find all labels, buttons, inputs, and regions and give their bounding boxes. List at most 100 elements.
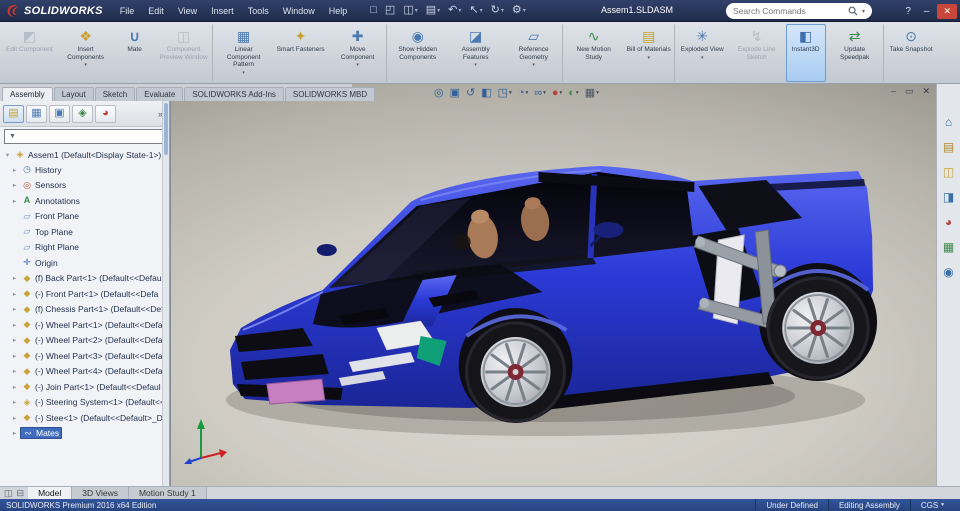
tree-root-item[interactable]: ▾ Assem1 (Default<Display State-1>) bbox=[0, 147, 162, 162]
command-tab[interactable]: Layout bbox=[53, 87, 94, 101]
task-pane-tab[interactable] bbox=[939, 212, 958, 231]
view-tab[interactable]: Motion Study 1 bbox=[128, 487, 207, 499]
search-icon[interactable] bbox=[848, 6, 858, 16]
tree-item[interactable]: ▸ Annotations bbox=[0, 193, 162, 209]
menu-item[interactable]: Window bbox=[276, 3, 322, 19]
close-button[interactable]: ✕ bbox=[937, 3, 957, 19]
search-commands-box[interactable]: ▾ bbox=[726, 3, 872, 19]
hud-button[interactable]: ▾ bbox=[480, 88, 492, 99]
doc-restore-button[interactable]: ▭ bbox=[905, 86, 914, 97]
expander-icon[interactable]: ▸ bbox=[10, 383, 19, 391]
task-pane-tab[interactable] bbox=[939, 162, 958, 181]
tree-item[interactable]: ▸ (-) Wheel Part<2> (Default<<Defa bbox=[0, 333, 162, 349]
ribbon-button[interactable]: Edit Component ▾ bbox=[2, 24, 57, 82]
expander-icon[interactable]: ▸ bbox=[10, 197, 19, 205]
menu-item[interactable]: File bbox=[113, 3, 142, 19]
ribbon-button[interactable]: Linear Component Pattern ▾ bbox=[215, 24, 273, 82]
scrollbar-thumb[interactable] bbox=[164, 103, 168, 155]
ribbon-button[interactable]: Exploded View ▾ bbox=[677, 24, 728, 82]
expander-icon[interactable]: ▸ bbox=[10, 352, 19, 360]
expander-icon[interactable]: ▾ bbox=[3, 151, 12, 159]
ribbon-button[interactable]: Component Preview Window ▾ bbox=[155, 24, 213, 82]
ribbon-button[interactable]: Assembly Features ▾ bbox=[447, 24, 505, 82]
ribbon-button[interactable]: Instant3D ▾ bbox=[785, 24, 826, 82]
ribbon-button[interactable]: Smart Fasteners ▾ bbox=[273, 24, 329, 82]
quick-tool-button[interactable]: ▾ bbox=[381, 5, 399, 16]
expander-icon[interactable]: ▸ bbox=[10, 398, 19, 406]
expander-icon[interactable]: ▸ bbox=[10, 336, 19, 344]
command-tab[interactable]: SOLIDWORKS MBD bbox=[284, 87, 376, 101]
expander-icon[interactable]: ▸ bbox=[10, 290, 19, 298]
tree-item[interactable]: ▸ (-) Wheel Part<4> (Default<<Defa bbox=[0, 364, 162, 380]
hud-button[interactable]: ▾ bbox=[584, 88, 600, 99]
ribbon-button[interactable]: Move Component ▾ bbox=[329, 24, 387, 82]
hud-button[interactable]: ▾ bbox=[449, 88, 461, 99]
hud-button[interactable]: ▾ bbox=[551, 88, 563, 99]
tree-item[interactable]: ▸ (f) Chessis Part<1> (Default<<Def bbox=[0, 302, 162, 318]
tree-item[interactable]: ▸ Top Plane bbox=[0, 224, 162, 240]
status-item[interactable]: Under Defined bbox=[755, 499, 828, 511]
status-item[interactable]: Editing Assembly bbox=[827, 499, 910, 511]
ribbon-button[interactable]: Explode Line Sketch ▾ bbox=[728, 24, 786, 82]
expander-icon[interactable]: ▸ bbox=[10, 181, 19, 189]
front-wheel[interactable] bbox=[464, 321, 567, 423]
tree-item[interactable]: ▸ (-) Stee<1> (Default<<Default>_D bbox=[0, 410, 162, 426]
expander-icon[interactable]: ▸ bbox=[10, 321, 19, 329]
tree-item[interactable]: ▸ Origin bbox=[0, 255, 162, 271]
task-pane-tab[interactable] bbox=[939, 237, 958, 256]
ribbon-button[interactable]: Update Speedpak ▾ bbox=[826, 24, 884, 82]
tree-item[interactable]: ▸ (-) Wheel Part<3> (Default<<Defa bbox=[0, 348, 162, 364]
menu-item[interactable]: Tools bbox=[241, 3, 276, 19]
hud-button[interactable]: ▾ bbox=[497, 88, 513, 99]
tree-item[interactable]: ▸ (-) Steering System<1> (Default<< bbox=[0, 395, 162, 411]
tree-item[interactable]: ▸ (-) Wheel Part<1> (Default<<Defa bbox=[0, 317, 162, 333]
rear-wheel[interactable] bbox=[766, 276, 871, 380]
minimize-button[interactable]: – bbox=[919, 6, 935, 17]
panel-tab[interactable] bbox=[49, 104, 70, 123]
expander-icon[interactable]: ▸ bbox=[10, 166, 19, 174]
status-item[interactable]: CGS bbox=[909, 499, 954, 511]
hud-button[interactable]: ▾ bbox=[465, 88, 476, 99]
panel-tab[interactable] bbox=[72, 104, 93, 123]
ribbon-button[interactable]: New Motion Study ▾ bbox=[565, 24, 623, 82]
tree-scrollbar[interactable] bbox=[162, 101, 169, 486]
expander-icon[interactable]: ▸ bbox=[10, 429, 19, 437]
help-button[interactable]: ? bbox=[900, 6, 916, 17]
pane-splitter[interactable] bbox=[4, 489, 13, 498]
command-tab[interactable]: SOLIDWORKS Add-Ins bbox=[184, 87, 284, 101]
command-tab[interactable]: Assembly bbox=[2, 87, 53, 101]
expander-icon[interactable]: ▸ bbox=[10, 274, 19, 282]
ribbon-button[interactable]: Reference Geometry ▾ bbox=[505, 24, 563, 82]
task-pane-tab[interactable] bbox=[939, 112, 958, 131]
ribbon-button[interactable]: Bill of Materials ▾ bbox=[623, 24, 675, 82]
hud-button[interactable]: ▾ bbox=[517, 88, 529, 99]
panel-tab[interactable] bbox=[3, 104, 24, 123]
quick-tool-button[interactable]: ▾ bbox=[508, 5, 530, 16]
quick-tool-button[interactable]: ▾ bbox=[366, 5, 381, 16]
menu-item[interactable]: View bbox=[171, 3, 204, 19]
ribbon-button[interactable]: Show Hidden Components ▾ bbox=[389, 24, 447, 82]
tree-item[interactable]: ▸ Sensors bbox=[0, 178, 162, 194]
ribbon-button[interactable]: Insert Components ▾ bbox=[57, 24, 115, 82]
view-tab[interactable]: 3D Views bbox=[72, 487, 129, 499]
search-input[interactable] bbox=[733, 6, 844, 16]
menu-item[interactable]: Insert bbox=[204, 3, 241, 19]
command-tab[interactable]: Sketch bbox=[94, 87, 136, 101]
menu-item[interactable]: Help bbox=[322, 3, 355, 19]
search-dropdown-icon[interactable]: ▾ bbox=[862, 8, 865, 15]
quick-tool-button[interactable]: ▾ bbox=[399, 5, 421, 16]
hud-button[interactable]: ▾ bbox=[567, 88, 579, 99]
tree-filter-input[interactable] bbox=[19, 132, 160, 141]
task-pane-tab[interactable] bbox=[939, 137, 958, 156]
menu-item[interactable]: Edit bbox=[141, 3, 171, 19]
quick-tool-button[interactable]: ▾ bbox=[487, 5, 508, 16]
panel-tab[interactable] bbox=[95, 104, 116, 123]
graphics-viewport[interactable]: ▾ ▾ ▾ ▾ ▾ ▾ ▾ bbox=[170, 84, 936, 486]
expander-icon[interactable]: ▸ bbox=[10, 305, 19, 313]
command-tab[interactable]: Evaluate bbox=[136, 87, 184, 101]
tree-item[interactable]: ▸ (f) Back Part<1> (Default<<Defaul bbox=[0, 271, 162, 287]
ribbon-button[interactable]: Mate ▾ bbox=[115, 24, 155, 82]
tree-item[interactable]: ▸ Mates bbox=[0, 426, 162, 442]
panel-tab[interactable] bbox=[26, 104, 47, 123]
tree-item[interactable]: ▸ (-) Front Part<1> (Default<<Defa bbox=[0, 286, 162, 302]
